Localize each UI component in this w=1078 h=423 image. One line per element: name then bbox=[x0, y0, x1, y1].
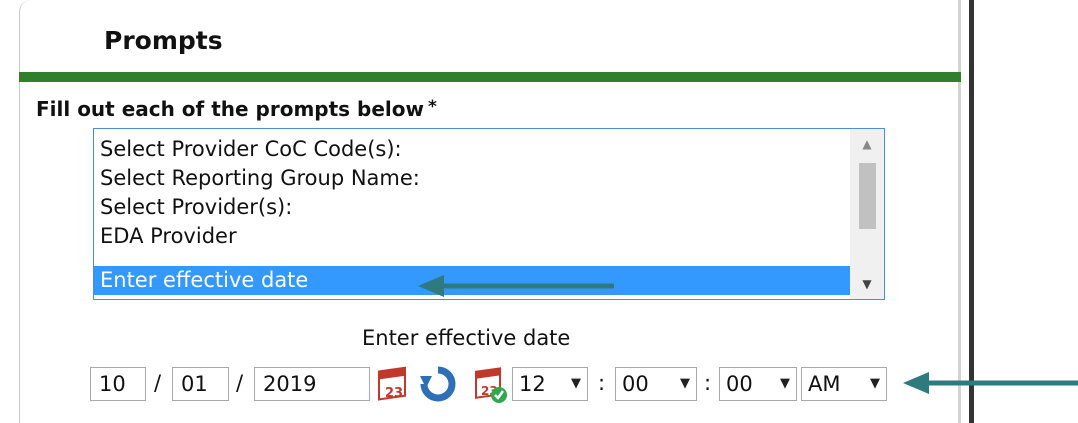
effective-date-label: Enter effective date bbox=[362, 326, 571, 350]
listbox-scrollbar[interactable]: ▲ ▼ bbox=[850, 129, 884, 299]
arrow-left-icon bbox=[903, 372, 1078, 394]
time-separator: : bbox=[598, 371, 606, 395]
second-value: 00 bbox=[726, 372, 753, 396]
title-rule bbox=[19, 72, 961, 82]
list-item[interactable]: EDA Provider bbox=[94, 222, 850, 251]
arrow-left-icon bbox=[418, 275, 614, 297]
ampm-select[interactable]: AM ▼ bbox=[801, 367, 887, 401]
refresh-icon[interactable] bbox=[418, 364, 458, 404]
time-separator: : bbox=[704, 371, 712, 395]
minute-value: 00 bbox=[622, 372, 649, 396]
date-separator: / bbox=[236, 371, 244, 395]
list-item[interactable]: Select Provider CoC Code(s): bbox=[94, 135, 850, 164]
hour-select[interactable]: 12 ▼ bbox=[512, 367, 588, 401]
calendar-check-icon[interactable]: 23 bbox=[474, 364, 510, 404]
year-field[interactable] bbox=[254, 367, 370, 401]
list-item[interactable]: Select Provider(s): bbox=[94, 193, 850, 222]
ampm-value: AM bbox=[808, 372, 841, 396]
scroll-up-icon[interactable]: ▲ bbox=[850, 129, 884, 159]
month-field[interactable] bbox=[90, 367, 146, 401]
window-edge bbox=[969, 0, 974, 423]
required-marker: * bbox=[428, 97, 437, 117]
chevron-down-icon: ▼ bbox=[870, 376, 880, 391]
heading-text: Fill out each of the prompts below bbox=[36, 97, 424, 121]
scroll-thumb[interactable] bbox=[859, 163, 876, 229]
day-field[interactable] bbox=[172, 367, 229, 401]
prompts-heading: Fill out each of the prompts below * bbox=[36, 97, 437, 121]
chevron-down-icon: ▼ bbox=[571, 376, 581, 391]
chevron-down-icon: ▼ bbox=[780, 376, 790, 391]
panel-title: Prompts bbox=[104, 26, 223, 55]
panel-border bbox=[958, 0, 961, 423]
scroll-down-icon[interactable]: ▼ bbox=[850, 269, 884, 299]
date-separator: / bbox=[154, 371, 162, 395]
minute-select[interactable]: 00 ▼ bbox=[615, 367, 697, 401]
list-item[interactable]: Select Reporting Group Name: bbox=[94, 164, 850, 193]
second-select[interactable]: 00 ▼ bbox=[719, 367, 797, 401]
chevron-down-icon: ▼ bbox=[680, 376, 690, 391]
hour-value: 12 bbox=[519, 372, 546, 396]
calendar-icon[interactable]: 23 bbox=[375, 364, 411, 404]
svg-text:23: 23 bbox=[385, 386, 403, 401]
